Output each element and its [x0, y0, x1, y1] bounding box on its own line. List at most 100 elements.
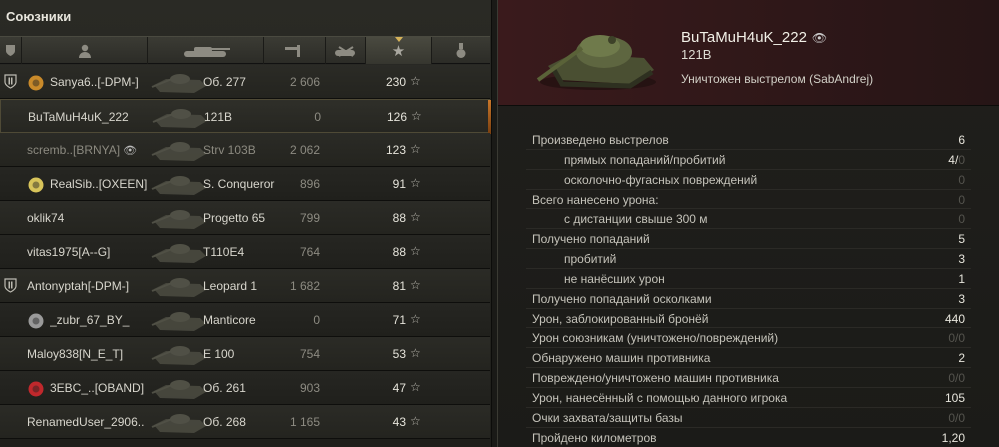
tank-thumbnail-icon [150, 339, 210, 369]
star-icon: ☆ [410, 142, 421, 156]
stat-label: Всего нанесено урона: [532, 192, 659, 207]
stat-value-tail: 0 [958, 152, 965, 167]
ally-row[interactable]: RealSib..[OXEEN] S. Conqueror 896 91 ☆ [0, 167, 490, 201]
stat-row: Повреждено/уничтожено машин противника 0/… [526, 368, 971, 388]
stat-value: 1 [958, 271, 965, 286]
ally-row[interactable]: vitas1975[A--G] T110E4 764 88 ☆ [0, 235, 490, 269]
allies-title: Союзники [6, 9, 72, 24]
kill-info: Уничтожен выстрелом (SabAndrej) [681, 72, 874, 86]
player-name-text: RealSib..[OXEEN] [50, 177, 148, 191]
stat-row: Урон, заблокированный бронёй 440 [526, 309, 971, 329]
ally-row[interactable]: Maloy838[N_E_T] E 100 754 53 ☆ [0, 337, 490, 371]
ally-player-name: RenamedUser_2906.. [27, 415, 145, 429]
ally-row[interactable]: oklik74 Progetto 65 799 88 ☆ [0, 201, 490, 235]
stat-row: Очки захвата/защиты базы 0/0 [526, 408, 971, 428]
stats-list: Произведено выстрелов 6 прямых попаданий/п… [526, 130, 971, 447]
star-icon: ☆ [411, 109, 422, 123]
ally-damage: 2 606 [289, 75, 320, 89]
tank-thumbnail-icon [150, 407, 210, 437]
stat-label: Урон, нанесённый с помощью данного игрок… [532, 390, 788, 405]
stat-label: с дистанции свыше 300 м [564, 212, 708, 227]
tank-icon[interactable] [148, 37, 264, 64]
stat-row: Обнаружено машин противника 2 [526, 348, 971, 369]
ally-damage: 1 165 [289, 415, 320, 429]
player-name-text: Antonyptah[-DPM-] [27, 279, 130, 293]
ally-player-name: BuTaMuH4uK_222 [28, 110, 146, 124]
ally-damage: 754 [299, 347, 320, 361]
stat-value: 105 [944, 390, 965, 405]
star-icon: ☆ [410, 176, 421, 190]
star-icon: ☆ [410, 278, 421, 292]
damage-icon[interactable] [264, 37, 326, 64]
stat-row: Получено попаданий осколками 3 [526, 289, 971, 309]
clan-emblem-icon [28, 381, 44, 397]
player-name-text: 3EBC_..[OBAND] [50, 381, 145, 395]
star-icon: ☆ [410, 346, 421, 360]
stat-label: пробитий [564, 252, 617, 267]
player-icon[interactable] [22, 37, 148, 64]
player-name-text: BuTaMuH4uK_222 [681, 29, 807, 46]
ally-row[interactable]: Antonyptah[-DPM-] Leopard 11 682 81 ☆ [0, 269, 490, 303]
player-detail-panel: BuTaMuH4uK_222 👁 121B Уничтожен выстрелом… [497, 0, 999, 447]
stat-label: Повреждено/уничтожено машин противника [532, 371, 779, 386]
star-icon: ☆ [410, 380, 421, 394]
stat-row: Всего нанесено урона: 0 [526, 190, 971, 210]
stat-value-main: 4/ [948, 152, 959, 167]
ally-player-name: oklik74 [27, 211, 145, 225]
stat-label: прямых попаданий/пробитий [564, 152, 726, 167]
stat-value: 0 [958, 172, 965, 187]
stat-row: Урон союзникам (уничтожено/повреждений) 0… [526, 328, 971, 349]
tank-thumbnail-icon [150, 237, 210, 267]
platoon-icon[interactable] [0, 37, 22, 64]
stat-value: 5 [958, 232, 965, 247]
stat-row: с дистанции свыше 300 м 0 [526, 209, 971, 230]
ally-damage: 0 [313, 313, 320, 327]
sort-arrow-icon [394, 37, 403, 42]
tank-thumbnail-icon [150, 271, 210, 301]
ally-xp: 43 [392, 415, 406, 429]
ally-xp: 47 [392, 381, 406, 395]
stat-row: не нанёсших урон 1 [526, 269, 971, 289]
stat-label: не нанёсших урон [564, 271, 665, 286]
allies-panel: Союзники ★ Sanya6..[-DPM-] Об. 277 2 606 23… [0, 0, 492, 447]
star-icon: ☆ [410, 312, 421, 326]
ally-row[interactable]: Sanya6..[-DPM-] Об. 277 2 606 230 ☆ [0, 65, 490, 99]
ally-row[interactable]: 3EBC_..[OBAND] Об. 261 903 47 ☆ [0, 371, 490, 405]
player-name-text: RenamedUser_2906.. [27, 415, 145, 429]
platoon-badge-icon [4, 278, 17, 293]
player-name-text: _zubr_67_BY_ [50, 313, 130, 327]
ally-xp: 123 [385, 143, 406, 157]
medal-icon[interactable] [432, 37, 490, 64]
stat-label: Произведено выстрелов [532, 133, 669, 147]
ally-row[interactable]: BuTaMuH4uK_222 121B 0 126 ☆ [0, 99, 491, 134]
tank-thumbnail-icon [150, 305, 210, 335]
player-name-text: scremb..[BRNYA] [27, 143, 121, 157]
stat-row: прямых попаданий/пробитий 4/0 [526, 150, 971, 170]
clan-emblem-icon [28, 313, 44, 329]
ally-row[interactable]: scremb..[BRNYA] 👁 Strv 103B 2 062 123 ☆ [0, 133, 490, 167]
ally-row[interactable]: _zubr_67_BY_ Manticore 0 71 ☆ [0, 303, 490, 337]
kills-icon[interactable] [326, 37, 366, 64]
star-icon: ☆ [410, 210, 421, 224]
stat-value: 3 [958, 291, 965, 306]
stat-value: 6 [958, 133, 965, 147]
tank-thumbnail-icon [150, 373, 210, 403]
player-name-text: Sanya6..[-DPM-] [50, 75, 139, 89]
stat-value: 4/0 [948, 153, 965, 167]
stat-row: Получено попаданий 5 [526, 229, 971, 250]
stat-label: Пройдено километров [532, 430, 657, 445]
stat-label: осколочно-фугасных повреждений [564, 172, 758, 187]
ally-player-name: scremb..[BRNYA] 👁 [27, 143, 145, 157]
xp-star-icon[interactable]: ★ [366, 37, 432, 64]
ally-xp: 71 [392, 313, 406, 327]
stat-value: 0 [958, 192, 965, 207]
ally-damage: 764 [299, 245, 320, 259]
player-name-text: vitas1975[A--G] [27, 245, 111, 259]
ally-xp: 126 [386, 110, 407, 124]
player-vehicle: 121B [681, 47, 712, 62]
stat-value: 440 [944, 311, 965, 326]
ally-xp: 230 [385, 75, 406, 89]
stat-label: Получено попаданий осколками [532, 291, 712, 306]
star-icon: ☆ [410, 414, 421, 428]
ally-row[interactable]: RenamedUser_2906.. Об. 268 1 165 43 ☆ [0, 405, 490, 439]
